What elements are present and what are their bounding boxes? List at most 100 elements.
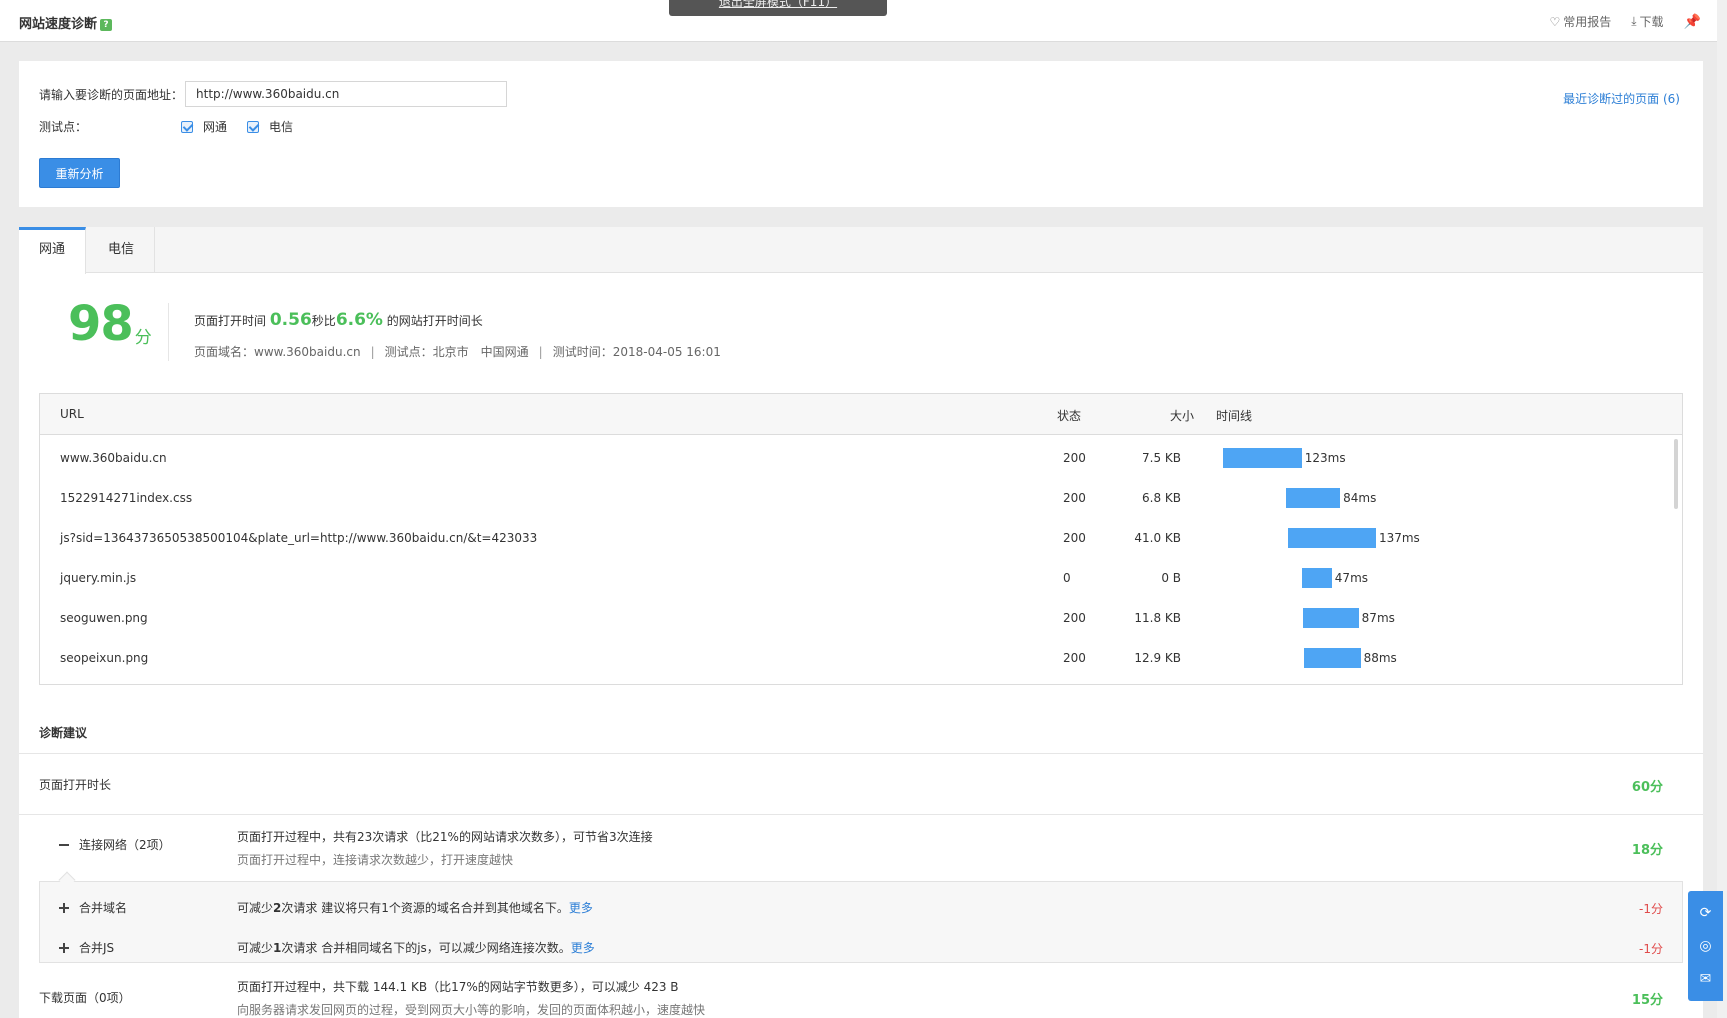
merge-js-toggle[interactable]: 合并JS <box>59 939 114 956</box>
merge-domain-desc: 可减少2次请求 建议将只有1个资源的域名合并到其他域名下。更多 <box>237 901 593 915</box>
reanalyze-button[interactable]: 重新分析 <box>39 158 120 188</box>
expand-icon <box>59 902 69 913</box>
timeline-bar <box>1223 448 1302 468</box>
table-row[interactable]: jquery.min.js 0 0 B 47ms <box>40 558 1682 598</box>
tab-wangtong[interactable]: 网通 <box>19 227 87 274</box>
row-url: 1522914271index.css <box>60 491 193 505</box>
collapse-icon <box>59 843 69 846</box>
merge-js-desc: 可减少1次请求 合并相同域名下的js，可以减少网络连接次数。更多 <box>237 941 595 955</box>
heart-icon: ♡ <box>1549 14 1561 29</box>
download-score: 15分 <box>1631 993 1663 1008</box>
connect-score: 18分 <box>1631 843 1663 858</box>
page-scrollbar[interactable] <box>1717 0 1727 1018</box>
row-status: 200 <box>1063 451 1086 465</box>
expand-icon <box>59 942 69 953</box>
top-links: ♡ 常用报告 ⤓ 下载 📌 <box>1549 13 1701 30</box>
url-input[interactable] <box>185 81 508 107</box>
connect-toggle[interactable]: 连接网络（2项） <box>59 836 171 853</box>
merge-js-score: -1分 <box>1639 942 1663 956</box>
tab-dianxin[interactable]: 电信 <box>88 227 156 273</box>
more-link[interactable]: 更多 <box>569 901 593 915</box>
pin-icon[interactable]: 📌 <box>1684 14 1701 30</box>
table-body: www.360baidu.cn 200 7.5 KB 123ms 1522914271i… <box>40 435 1682 678</box>
row-size: 0 B <box>1161 571 1181 585</box>
timeline-label: 137ms <box>1378 531 1420 545</box>
table-row[interactable]: 1522914271index.css 200 6.8 KB 84ms <box>40 478 1682 518</box>
row-size: 41.0 KB <box>1134 531 1181 545</box>
chat-icon[interactable]: ✉ <box>1697 970 1715 988</box>
table-scrollbar[interactable] <box>1674 439 1678 509</box>
checkbox-dianxin[interactable]: 电信 <box>247 118 293 135</box>
timeline-label: 47ms <box>1334 571 1369 585</box>
connect-desc: 页面打开过程中，共有23次请求（比21%的网站请求次数多），可节省3次连接 <box>237 830 653 844</box>
timeline-label: 123ms <box>1304 451 1346 465</box>
divider <box>168 303 169 361</box>
percent: 6.6% <box>335 310 383 330</box>
resource-table: URL 状态 大小 时间线 www.360baidu.cn 200 7.5 KB 12… <box>39 393 1683 685</box>
compass-icon[interactable]: ◎ <box>1697 937 1715 955</box>
row-status: 200 <box>1063 651 1086 665</box>
result-panel: 网通 电信 98 分 页面打开时间 0.56秒比6.6% 的网站打开时间长 页面… <box>19 227 1703 1018</box>
download-link[interactable]: ⤓ 下载 <box>1631 13 1663 30</box>
timeline-label: 84ms <box>1343 491 1377 505</box>
row-status: 0 <box>1063 571 1071 585</box>
recent-pages-link[interactable]: 最近诊断过的页面 (6) <box>1563 90 1680 107</box>
row-status: 200 <box>1063 531 1086 545</box>
row-url: www.360baidu.cn <box>60 451 167 465</box>
table-row[interactable]: seopeixun.png 200 12.9 KB 88ms <box>40 638 1682 678</box>
download-label[interactable]: 下载页面（0项） <box>39 989 131 1006</box>
help-icon[interactable]: ? <box>100 19 113 31</box>
page-open-score: 60分 <box>1631 780 1663 795</box>
table-row[interactable]: js?sid=1364373650538500104&plate_url=htt… <box>40 518 1682 558</box>
page-open-label: 页面打开时长 <box>39 778 112 792</box>
merge-domain-score: -1分 <box>1639 902 1663 916</box>
score-value: 98 <box>68 296 134 352</box>
timeline-label: 87ms <box>1361 611 1395 625</box>
timeline-bar <box>1301 568 1332 588</box>
tab-bar: 网通 电信 <box>19 227 1703 274</box>
divider <box>19 753 1703 754</box>
summary-line: 页面打开时间 0.56秒比6.6% 的网站打开时间长 <box>194 310 483 330</box>
checkbox-icon <box>247 120 260 133</box>
divider <box>19 814 1703 815</box>
row-url: seopeixun.png <box>60 651 149 665</box>
row-size: 7.5 KB <box>1142 451 1181 465</box>
load-time: 0.56 <box>269 310 312 330</box>
score: 98 分 <box>68 300 152 348</box>
timeline-bar <box>1303 608 1359 628</box>
timeline-bar <box>1288 528 1376 548</box>
fav-report-link[interactable]: ♡ 常用报告 <box>1549 13 1611 30</box>
page-title: 网站速度诊断? <box>19 13 113 32</box>
checkbox-icon <box>181 120 193 133</box>
row-url: seoguwen.png <box>60 611 148 625</box>
timeline-label: 88ms <box>1363 651 1397 665</box>
row-status: 200 <box>1063 611 1086 625</box>
diagnosis-title: 诊断建议 <box>39 726 88 740</box>
row-size: 12.9 KB <box>1134 651 1181 665</box>
row-status: 200 <box>1063 491 1086 505</box>
more-link[interactable]: 更多 <box>571 941 595 955</box>
fullscreen-tip[interactable]: 退出全屏模式（F11） <box>669 0 887 16</box>
table-header: URL 状态 大小 时间线 <box>40 394 1682 435</box>
merge-domain-toggle[interactable]: 合并域名 <box>59 899 127 916</box>
row-url: js?sid=1364373650538500104&plate_url=htt… <box>60 531 538 545</box>
checkbox-wangtong[interactable]: 网通 <box>181 118 227 135</box>
download-icon: ⤓ <box>1631 14 1637 28</box>
download-sub: 向服务器请求发回网页的过程，受到网页大小等的影响，发回的页面体积越小，速度越快 <box>237 1003 706 1017</box>
score-unit: 分 <box>134 328 152 348</box>
row-size: 11.8 KB <box>1134 611 1181 625</box>
timeline-bar <box>1286 488 1341 508</box>
refresh-icon[interactable]: ⟳ <box>1697 904 1715 922</box>
url-row: 请输入要诊断的页面地址： <box>39 81 508 107</box>
connect-sub: 页面打开过程中，连接请求次数越少，打开速度越快 <box>237 853 514 867</box>
test-point-row: 测试点： 网通 电信 <box>39 118 313 135</box>
meta-line: 页面域名：www.360baidu.cn | 测试点：北京市 中国网通 | 测试时间：2… <box>194 345 721 359</box>
row-url: jquery.min.js <box>60 571 137 585</box>
download-desc: 页面打开过程中，共下载 144.1 KB（比17%的网站字节数更多），可以减少 … <box>237 980 679 994</box>
table-row[interactable]: seoguwen.png 200 11.8 KB 87ms <box>40 598 1682 638</box>
test-point-label: 测试点： <box>39 120 88 134</box>
table-row[interactable]: www.360baidu.cn 200 7.5 KB 123ms <box>40 438 1682 478</box>
float-toolbar: ⟳ ◎ ✉ <box>1688 891 1723 1001</box>
analyze-form: 请输入要诊断的页面地址： 测试点： 网通 电信 重新分析 最近诊断过的页面 (6… <box>19 61 1703 207</box>
url-label: 请输入要诊断的页面地址： <box>39 87 184 102</box>
